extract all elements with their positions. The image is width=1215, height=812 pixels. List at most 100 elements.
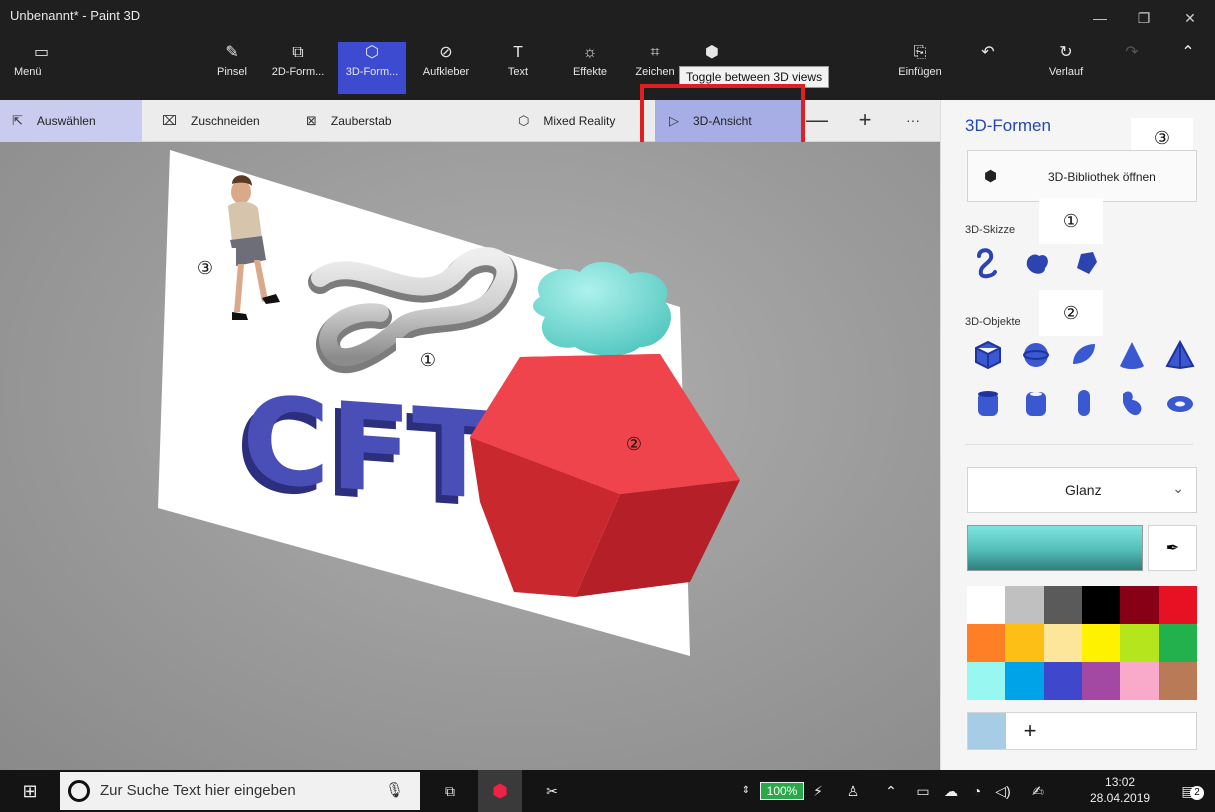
- text-icon: T: [513, 44, 523, 61]
- crop-button[interactable]: ⌧ Zuschneiden: [150, 100, 290, 142]
- windows-start-icon[interactable]: ⊞: [10, 770, 50, 812]
- tool-2d-shapes[interactable]: ⧉ 2D-Form...: [266, 42, 330, 94]
- paste-button[interactable]: ⎘ Einfügen: [888, 42, 952, 94]
- 2d-shapes-icon: ⧉: [292, 44, 304, 61]
- 3d-cube[interactable]: [470, 354, 740, 597]
- scroll-arrows-icon[interactable]: ⇕: [736, 770, 756, 812]
- 3d-text-cft[interactable]: CFT CFT: [236, 370, 494, 535]
- 3d-library-button[interactable]: ⬢ 3D-Bibliothek öffnen: [967, 150, 1197, 202]
- 3d-view-button[interactable]: ▷ 3D-Ansicht: [655, 100, 801, 142]
- search-input[interactable]: Zur Suche Text hier eingeben 🎙: [60, 772, 420, 810]
- pyramid-icon[interactable]: [1163, 338, 1197, 372]
- effects-icon: ☼: [582, 44, 598, 61]
- cube-icon[interactable]: [971, 338, 1005, 372]
- wifi-icon[interactable]: ◔: [966, 770, 988, 812]
- redo-button[interactable]: ↷: [1112, 42, 1152, 94]
- 3d-shapes-icon: ⬡: [365, 44, 379, 61]
- tool-brushes[interactable]: ✎ Pinsel: [200, 42, 264, 94]
- people-icon[interactable]: ♙: [842, 770, 864, 812]
- svg-text:CFT: CFT: [242, 370, 494, 527]
- minimize-button[interactable]: —: [1080, 6, 1120, 30]
- cursor-icon: ⇱: [12, 113, 23, 128]
- palette-swatch-11[interactable]: [1158, 624, 1197, 662]
- label-tube: ①: [396, 338, 460, 382]
- palette-swatch-9[interactable]: [1081, 624, 1121, 662]
- collapse-ribbon-button[interactable]: ⌃: [1166, 42, 1210, 94]
- badge-sketch: ①: [1039, 198, 1103, 244]
- volume-icon[interactable]: ◁): [992, 770, 1014, 812]
- palette-swatch-0[interactable]: [967, 586, 1006, 624]
- soft-doodle-icon[interactable]: [1021, 246, 1055, 280]
- palette-swatch-10[interactable]: [1120, 624, 1159, 662]
- paste-icon: ⎘: [913, 44, 927, 61]
- menu-button[interactable]: ▭ Menü: [8, 42, 68, 94]
- chevron-up-icon[interactable]: ⌃: [880, 770, 902, 812]
- crop-icon: ⌧: [162, 113, 177, 128]
- pen-icon[interactable]: ✍: [1026, 770, 1050, 812]
- heart-icon[interactable]: [1115, 386, 1149, 420]
- task-view-icon[interactable]: ⧉: [432, 770, 468, 812]
- custom-color-swatch[interactable]: [968, 713, 1006, 749]
- tool-canvas[interactable]: ⌗ Zeichen: [628, 42, 682, 94]
- tool-text[interactable]: T Text: [486, 42, 550, 94]
- sketch-label: 3D-Skizze: [965, 224, 1016, 236]
- hemisphere-icon[interactable]: [1067, 338, 1101, 372]
- palette-swatch-8[interactable]: [1043, 624, 1082, 662]
- notification-center-icon[interactable]: ▤ 2: [1170, 770, 1206, 812]
- close-button[interactable]: ✕: [1170, 6, 1210, 30]
- capsule-icon[interactable]: [1067, 386, 1101, 420]
- palette-swatch-4[interactable]: [1120, 586, 1159, 624]
- microphone-icon[interactable]: 🎙: [385, 781, 404, 799]
- restore-button[interactable]: ❐: [1124, 6, 1164, 30]
- magic-select-button[interactable]: ⊠ Zauberstab: [294, 100, 424, 142]
- eyedropper-icon: ✒: [1165, 540, 1180, 557]
- side-panel: 3D-Formen ③ ⬢ 3D-Bibliothek öffnen 3D-Sk…: [940, 100, 1215, 770]
- palette-swatch-16[interactable]: [1120, 662, 1159, 700]
- palette-swatch-3[interactable]: [1081, 586, 1121, 624]
- mixed-reality-button[interactable]: ⬡ Mixed Reality: [506, 100, 638, 142]
- battery-icon[interactable]: ▭: [912, 770, 934, 812]
- sharp-doodle-icon[interactable]: [1069, 246, 1103, 280]
- palette-swatch-6[interactable]: [967, 624, 1006, 662]
- eyedropper-button[interactable]: ✒: [1148, 525, 1197, 571]
- material-dropdown[interactable]: Glanz ⌄: [967, 467, 1197, 513]
- palette-swatch-17[interactable]: [1158, 662, 1197, 700]
- tool-effects[interactable]: ☼ Effekte: [558, 42, 622, 94]
- palette-swatch-7[interactable]: [1005, 624, 1044, 662]
- tube-icon[interactable]: [1019, 386, 1053, 420]
- redo-icon: ↷: [1125, 44, 1139, 61]
- palette-swatch-12[interactable]: [967, 662, 1006, 700]
- paint3d-taskbar-icon[interactable]: ⬢: [478, 770, 522, 812]
- zoom-in-button[interactable]: +: [850, 100, 880, 142]
- tool-stickers[interactable]: ⊘ Aufkleber: [414, 42, 478, 94]
- palette-swatch-5[interactable]: [1158, 586, 1197, 624]
- snipping-tool-icon[interactable]: ✂: [530, 770, 574, 812]
- palette-swatch-14[interactable]: [1043, 662, 1082, 700]
- 3d-blob[interactable]: [533, 262, 671, 356]
- cylinder-icon[interactable]: [971, 386, 1005, 420]
- canvas-area[interactable]: CFT CFT ③ ① ②: [0, 142, 940, 770]
- palette-swatch-2[interactable]: [1043, 586, 1082, 624]
- sticker-icon: ⊘: [439, 44, 453, 61]
- 3d-library-icon: ⬢: [984, 168, 998, 185]
- tube-doodle-icon[interactable]: [971, 246, 1005, 280]
- onedrive-icon[interactable]: ☁: [940, 770, 962, 812]
- cortana-icon: [68, 780, 90, 802]
- history-button[interactable]: ↻ Verlauf: [1034, 42, 1098, 94]
- undo-button[interactable]: ↶: [966, 42, 1010, 94]
- battery-indicator[interactable]: 100%: [760, 782, 804, 800]
- cone-icon[interactable]: [1115, 338, 1149, 372]
- more-button[interactable]: ···: [898, 100, 928, 142]
- divider: [965, 444, 1193, 445]
- select-button[interactable]: ⇱ Auswählen: [0, 100, 142, 142]
- donut-icon[interactable]: [1163, 386, 1197, 420]
- clock[interactable]: 13:02 28.04.2019: [1090, 774, 1150, 806]
- palette-swatch-1[interactable]: [1005, 586, 1044, 624]
- zoom-out-button[interactable]: —: [802, 100, 832, 142]
- current-color-swatch[interactable]: [967, 525, 1143, 571]
- palette-swatch-13[interactable]: [1005, 662, 1044, 700]
- add-color-button[interactable]: +: [1016, 717, 1044, 745]
- sphere-icon[interactable]: [1019, 338, 1053, 372]
- palette-swatch-15[interactable]: [1081, 662, 1121, 700]
- tool-3d-shapes[interactable]: ⬡ 3D-Form...: [338, 42, 406, 94]
